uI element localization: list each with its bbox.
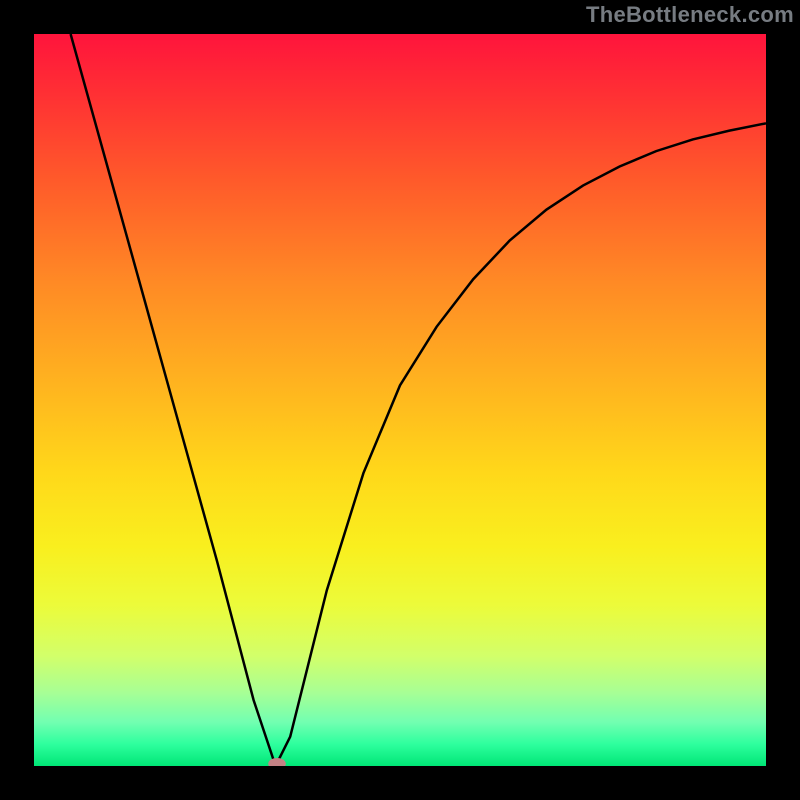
chart-frame: TheBottleneck.com (0, 0, 800, 800)
plot-area (34, 34, 766, 766)
watermark-text: TheBottleneck.com (586, 2, 794, 28)
minimum-marker (268, 758, 286, 766)
plot-svg (34, 34, 766, 766)
bottleneck-curve (71, 34, 766, 766)
